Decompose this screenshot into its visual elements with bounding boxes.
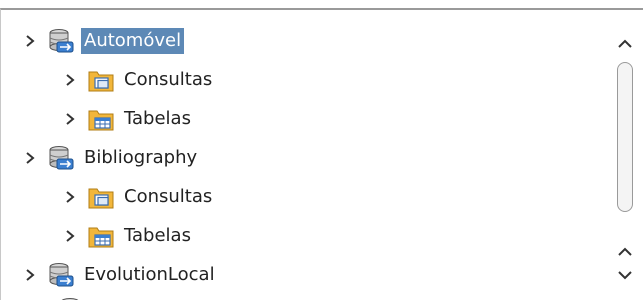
- database-label[interactable]: EvolutionLocal: [81, 262, 218, 288]
- expand-arrow-icon[interactable]: [63, 229, 77, 243]
- tables-label[interactable]: Tabelas: [121, 223, 194, 249]
- partial-database-icon: [58, 291, 86, 300]
- chevron-up-icon[interactable]: [614, 242, 636, 260]
- tree-row-queries[interactable]: Consultas: [63, 178, 215, 216]
- tree-row-tables[interactable]: Tabelas: [63, 100, 194, 138]
- database-icon: [49, 263, 74, 287]
- queries-folder-icon: [88, 188, 114, 209]
- tree-row-database[interactable]: Bibliography: [23, 139, 200, 177]
- chevron-down-icon[interactable]: [614, 266, 636, 284]
- expand-arrow-icon[interactable]: [23, 151, 37, 165]
- data-sources-panel: Automóvel Consultas Tabelas Bibliography…: [0, 8, 643, 300]
- tables-folder-icon: [88, 227, 114, 248]
- tables-folder-icon: [88, 110, 114, 131]
- database-label[interactable]: Automóvel: [81, 28, 185, 54]
- tree-row-database[interactable]: Automóvel: [23, 22, 185, 60]
- vertical-scrollbar[interactable]: [607, 10, 643, 300]
- database-label[interactable]: Bibliography: [81, 145, 200, 171]
- scroll-thumb[interactable]: [617, 62, 633, 212]
- chevron-up-icon[interactable]: [614, 34, 636, 52]
- queries-label[interactable]: Consultas: [121, 184, 215, 210]
- tree-row-database[interactable]: EvolutionLocal: [23, 256, 218, 294]
- database-icon: [49, 146, 74, 170]
- database-icon: [49, 29, 74, 53]
- tree-row-tables[interactable]: Tabelas: [63, 217, 194, 255]
- tables-label[interactable]: Tabelas: [121, 106, 194, 132]
- queries-folder-icon: [88, 71, 114, 92]
- tree-row-queries[interactable]: Consultas: [63, 61, 215, 99]
- expand-arrow-icon[interactable]: [23, 34, 37, 48]
- expand-arrow-icon[interactable]: [63, 190, 77, 204]
- expand-arrow-icon[interactable]: [23, 268, 37, 282]
- expand-arrow-icon[interactable]: [63, 112, 77, 126]
- expand-arrow-icon[interactable]: [63, 73, 77, 87]
- data-source-tree[interactable]: Automóvel Consultas Tabelas Bibliography…: [1, 10, 605, 300]
- queries-label[interactable]: Consultas: [121, 67, 215, 93]
